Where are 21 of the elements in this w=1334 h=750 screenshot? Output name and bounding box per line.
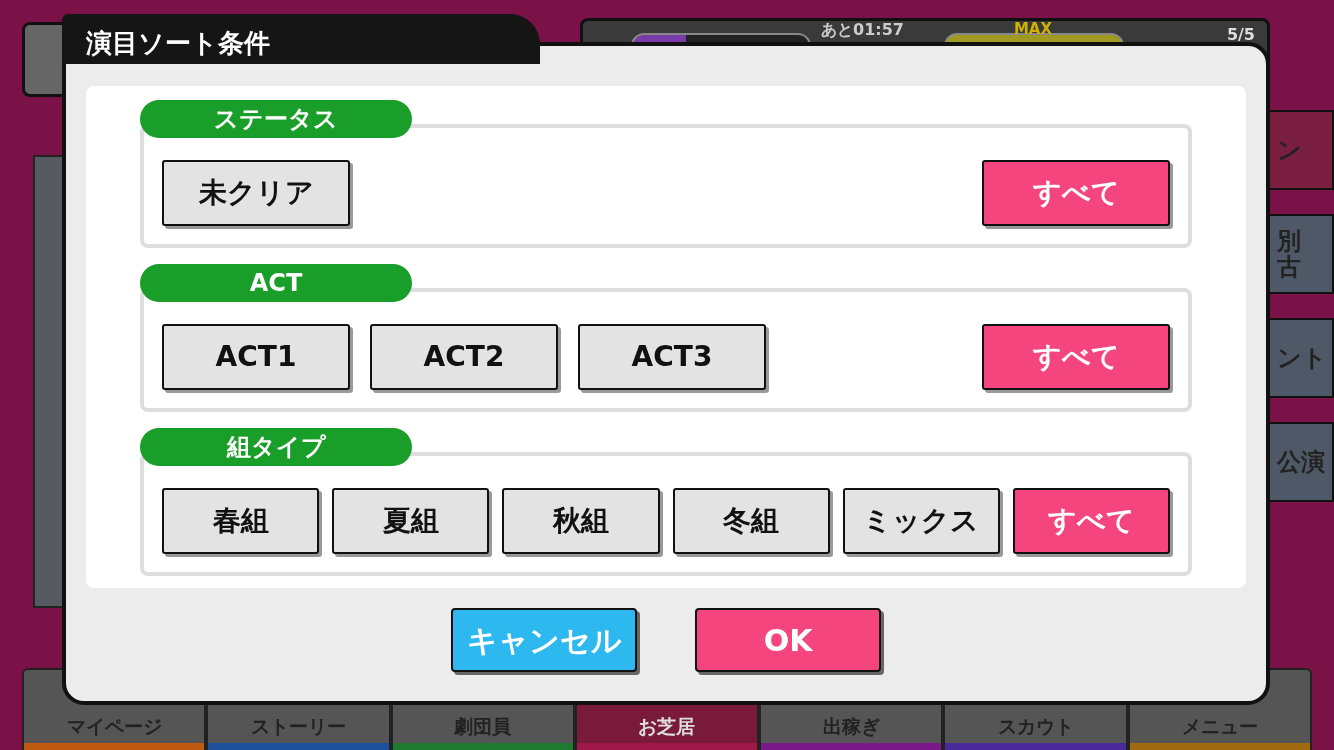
section-label: ACT: [140, 264, 412, 302]
option-button[interactable]: 夏組: [332, 488, 490, 554]
ok-button[interactable]: OK: [695, 608, 881, 672]
option-button[interactable]: 春組: [162, 488, 320, 554]
option-button[interactable]: 秋組: [502, 488, 660, 554]
option-button[interactable]: ACT3: [578, 324, 766, 390]
option-button[interactable]: ミックス: [842, 488, 1000, 554]
option-button[interactable]: すべて: [1012, 488, 1171, 554]
cancel-button[interactable]: キャンセル: [451, 608, 637, 672]
section-label: ステータス: [140, 100, 412, 138]
option-button[interactable]: すべて: [982, 160, 1170, 226]
option-button[interactable]: ACT2: [370, 324, 558, 390]
option-button[interactable]: 未クリア: [162, 160, 350, 226]
dialog-title: 演目ソート条件: [62, 14, 540, 64]
max-label: MAX: [1013, 21, 1053, 37]
timer-text: あと01:57: [821, 21, 904, 39]
section-label: 組タイプ: [140, 428, 412, 466]
option-button[interactable]: ACT1: [162, 324, 350, 390]
option-button[interactable]: すべて: [982, 324, 1170, 390]
count-text: 5/5: [1226, 27, 1255, 43]
option-button[interactable]: 冬組: [672, 488, 830, 554]
